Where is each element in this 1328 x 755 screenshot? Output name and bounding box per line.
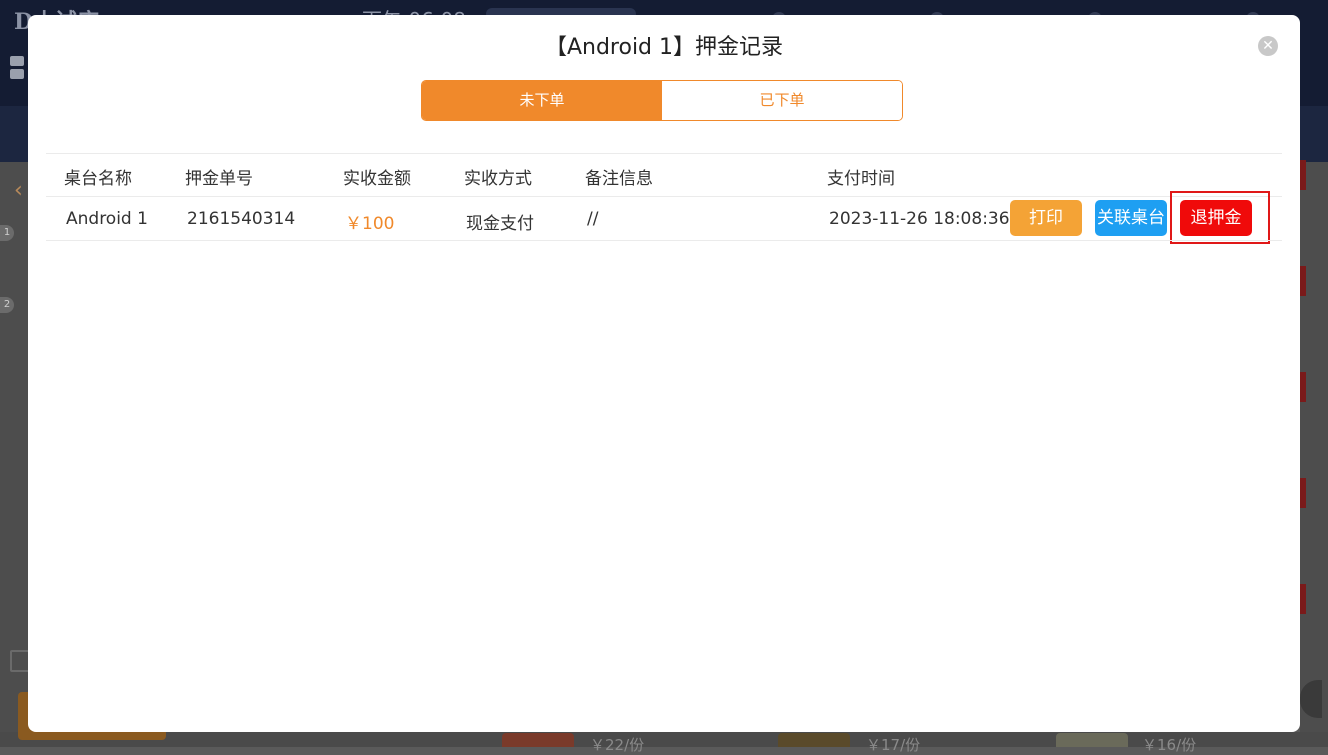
tab-ordered[interactable]: 已下单 (662, 81, 902, 120)
table-divider (46, 153, 1282, 154)
table-divider (46, 196, 1282, 197)
background-food-image (1056, 733, 1128, 747)
cell-deposit-no: 2161540314 (187, 209, 296, 229)
background-price: ￥16/份 (1142, 736, 1197, 754)
column-header-deposit-no: 押金单号 (185, 169, 253, 189)
highlight-box (1170, 191, 1270, 244)
dialog-title: 【Android 1】押金记录 (544, 35, 784, 60)
background-food-image (502, 733, 574, 747)
deposit-records-dialog: 【Android 1】押金记录 ✕ 未下单 已下单 桌台名称 押金单号 实收金额… (28, 15, 1300, 732)
background-right-panel (1300, 162, 1328, 747)
column-header-remark: 备注信息 (585, 169, 653, 189)
background-price: ￥22/份 (590, 736, 645, 754)
column-header-paid-time: 支付时间 (827, 169, 895, 189)
order-status-tabs: 未下单 已下单 (421, 80, 903, 121)
background-bottom (0, 732, 1328, 747)
link-table-button[interactable]: 关联桌台 (1095, 200, 1167, 236)
tab-not-ordered[interactable]: 未下单 (422, 81, 662, 120)
cell-table-name: Android 1 (66, 209, 148, 229)
cell-method: 现金支付 (466, 214, 534, 234)
cell-paid-time: 2023-11-26 18:08:36 (829, 209, 1010, 229)
table-divider (46, 240, 1282, 241)
column-header-amount: 实收金额 (343, 169, 411, 189)
background-food-image (778, 733, 850, 747)
cell-remark: // (587, 209, 599, 229)
background-price: ￥17/份 (866, 736, 921, 754)
column-header-table-name: 桌台名称 (64, 169, 132, 189)
close-icon[interactable]: ✕ (1258, 36, 1278, 56)
column-header-method: 实收方式 (464, 169, 532, 189)
back-chevron-icon: ‹ (14, 178, 23, 203)
print-button[interactable]: 打印 (1010, 200, 1082, 236)
cell-amount: ￥100 (345, 214, 395, 234)
grid-menu-icon (10, 56, 30, 82)
